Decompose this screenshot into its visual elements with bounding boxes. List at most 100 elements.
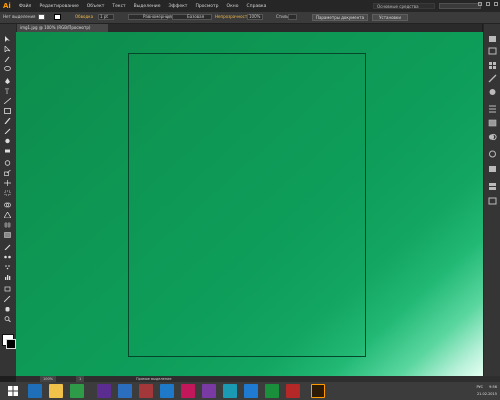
variable-width-profile[interactable]: Равномерный: [128, 14, 172, 20]
music-icon[interactable]: [202, 384, 216, 398]
calendar-icon[interactable]: [139, 384, 153, 398]
document-setup-button[interactable]: Параметры документа: [312, 14, 368, 21]
mesh-tool-icon[interactable]: [4, 222, 11, 228]
menu-item-effect[interactable]: Эффект: [168, 4, 187, 9]
illustrator-taskbar-icon[interactable]: [311, 384, 325, 398]
menu-item-edit[interactable]: Редактирование: [39, 4, 78, 9]
news-icon[interactable]: [286, 384, 300, 398]
opacity-label[interactable]: Непрозрачность: [215, 14, 250, 20]
fill-swatch[interactable]: [38, 14, 45, 20]
file-explorer-icon[interactable]: [49, 384, 63, 398]
svg-text:T: T: [5, 89, 9, 95]
stroke-weight-field[interactable]: 1 pt: [98, 14, 114, 20]
search-input[interactable]: [439, 3, 481, 9]
width-tool-icon[interactable]: [4, 180, 11, 186]
internet-explorer-icon[interactable]: [28, 384, 42, 398]
graphic-styles-icon[interactable]: [489, 166, 496, 172]
artboards-icon[interactable]: [488, 197, 497, 205]
menu-bar: Ai Файл Редактирование Объект Текст Выде…: [0, 0, 500, 12]
lasso-icon[interactable]: [4, 66, 11, 71]
clock-date[interactable]: 21.02.2015: [476, 391, 497, 398]
perspective-grid-icon[interactable]: [4, 212, 11, 218]
layers-icon[interactable]: [489, 183, 496, 190]
mail-icon[interactable]: [118, 384, 132, 398]
menu-item-view[interactable]: Просмотр: [195, 4, 218, 9]
photos-icon[interactable]: [223, 384, 237, 398]
brushes-icon[interactable]: [488, 74, 497, 83]
start-button[interactable]: [6, 384, 22, 398]
control-panel: Нет выделения Обводка 1 pt Равномерный Б…: [0, 12, 500, 24]
maximize-button[interactable]: [486, 2, 490, 6]
appearance-icon[interactable]: [489, 150, 496, 158]
canvas[interactable]: [16, 32, 483, 376]
menu-item-window[interactable]: Окно: [227, 4, 239, 9]
blend-tool-icon[interactable]: [4, 254, 11, 259]
document-tab[interactable]: img1.jpg @ 100% (RGB/Просмотр): [16, 24, 108, 32]
close-button[interactable]: [494, 2, 498, 6]
menu-item-file[interactable]: Файл: [19, 4, 31, 9]
onenote-icon[interactable]: [97, 384, 111, 398]
hand-tool-icon[interactable]: [4, 306, 11, 312]
minimize-button[interactable]: [478, 2, 482, 6]
menu-item-object[interactable]: Объект: [87, 4, 105, 9]
scale-tool-icon[interactable]: [4, 170, 11, 176]
gradient-tool-icon[interactable]: [4, 232, 11, 238]
stroke-panel-icon[interactable]: [489, 105, 496, 113]
app-logo: Ai: [3, 2, 11, 10]
artboard-tool-icon[interactable]: [4, 286, 11, 292]
media-app-icon[interactable]: [181, 384, 195, 398]
rotate-tool-icon[interactable]: [4, 160, 11, 166]
menu-item-type[interactable]: Текст: [112, 4, 125, 9]
blob-brush-icon[interactable]: [4, 138, 11, 144]
color-guide-icon[interactable]: [488, 47, 497, 55]
pencil-tool-icon[interactable]: [4, 128, 11, 134]
preferences-button[interactable]: Установки: [372, 14, 408, 21]
window-controls: [478, 2, 498, 6]
brush-definition[interactable]: Базовая: [172, 14, 212, 20]
transparency-icon[interactable]: [488, 133, 497, 141]
stroke-swatch[interactable]: [54, 14, 61, 20]
selection-status: Нет выделения: [3, 14, 36, 19]
eraser-tool-icon[interactable]: [4, 148, 11, 153]
menu-item-help[interactable]: Справка: [247, 4, 267, 9]
color-panel-icon[interactable]: [489, 36, 496, 42]
selection-tool-icon[interactable]: [4, 36, 11, 42]
right-panel-dock: [483, 24, 500, 376]
pen-tool-icon[interactable]: [4, 78, 11, 84]
eyedropper-icon[interactable]: [4, 244, 11, 250]
slice-tool-icon[interactable]: [4, 296, 11, 302]
paintbrush-tool-icon[interactable]: [4, 118, 11, 124]
graphic-style-picker[interactable]: [288, 14, 297, 20]
stroke-label[interactable]: Обводка: [75, 14, 93, 20]
opacity-field[interactable]: 100%: [247, 14, 263, 20]
main-menu: Файл Редактирование Объект Текст Выделен…: [19, 0, 266, 12]
system-tray: РУС 9:56 21.02.2015: [476, 384, 497, 398]
store-icon[interactable]: [70, 384, 84, 398]
line-tool-icon[interactable]: [4, 98, 11, 104]
symbol-sprayer-icon[interactable]: [4, 264, 11, 270]
tools-panel: T: [0, 24, 17, 376]
taskbar: РУС 9:56 21.02.2015: [0, 382, 500, 400]
free-transform-icon[interactable]: [4, 190, 11, 196]
language-indicator[interactable]: РУС: [476, 384, 483, 391]
stroke-color-well[interactable]: [6, 339, 16, 349]
workspace-switcher[interactable]: Основные средства: [373, 3, 435, 9]
maps-icon[interactable]: [244, 384, 258, 398]
menu-item-select[interactable]: Выделение: [134, 4, 161, 9]
artboard[interactable]: [128, 53, 366, 357]
onedrive-icon[interactable]: [160, 384, 174, 398]
clock-time[interactable]: 9:56: [489, 384, 497, 391]
gradient-panel-icon[interactable]: [488, 119, 497, 127]
style-label: Стиль: [276, 14, 289, 19]
type-tool-icon[interactable]: T: [4, 88, 11, 95]
shape-builder-icon[interactable]: [4, 202, 11, 208]
xbox-icon[interactable]: [265, 384, 279, 398]
document-tab-bar: img1.jpg @ 100% (RGB/Просмотр): [16, 24, 482, 32]
swatches-icon[interactable]: [489, 62, 496, 69]
zoom-tool-icon[interactable]: [4, 316, 11, 322]
direct-selection-tool-icon[interactable]: [4, 46, 11, 52]
rectangle-tool-icon[interactable]: [4, 108, 11, 114]
symbols-icon[interactable]: [489, 89, 496, 95]
column-graph-icon[interactable]: [4, 274, 11, 280]
magic-wand-icon[interactable]: [4, 56, 11, 62]
